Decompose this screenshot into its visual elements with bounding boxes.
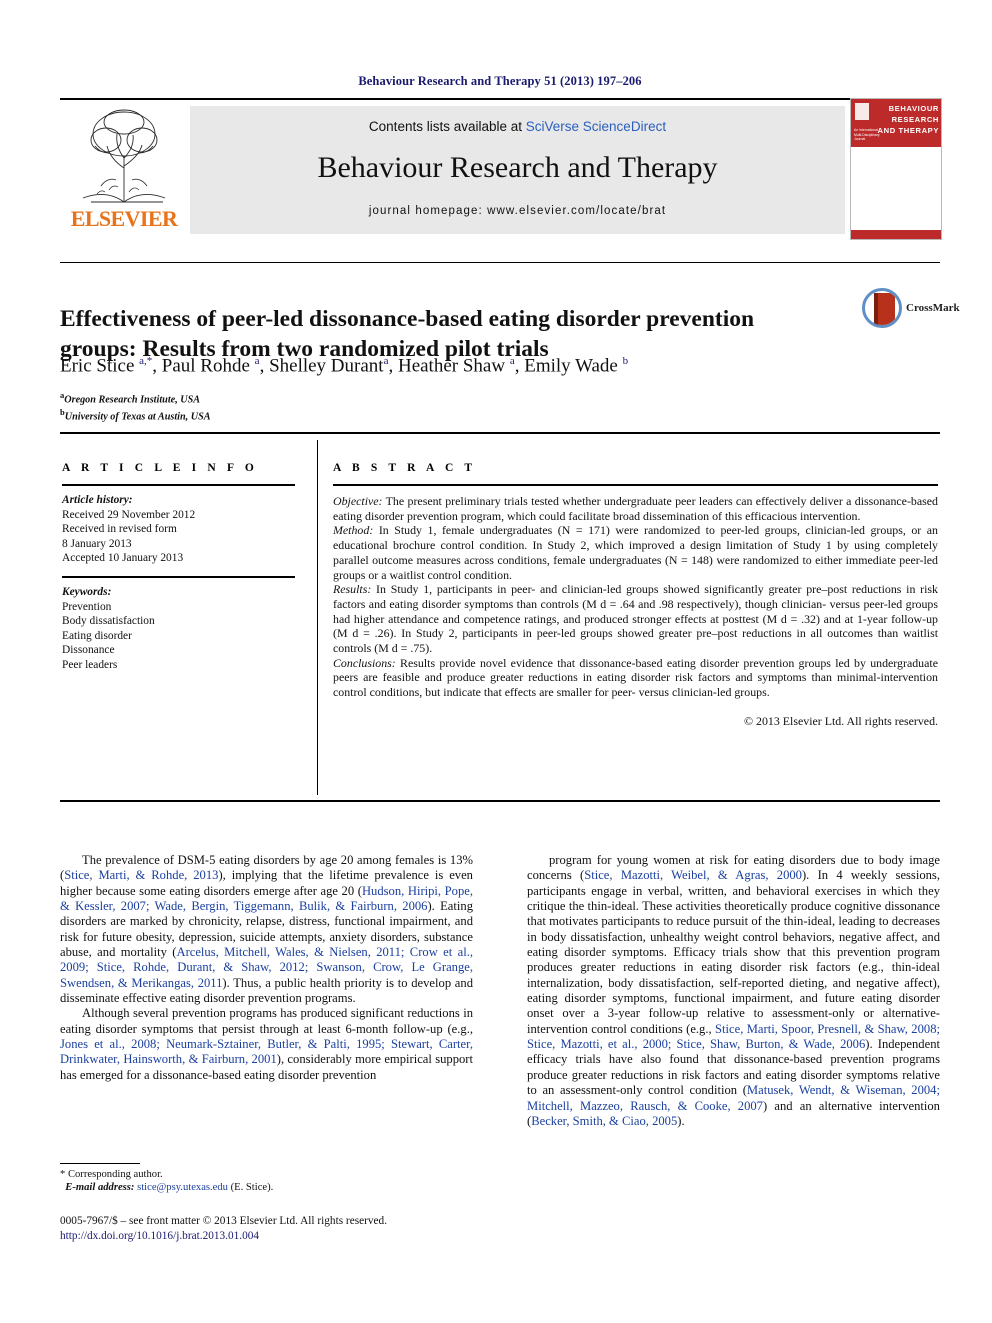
panel-top-rule bbox=[60, 432, 940, 434]
footer-block: 0005-7967/$ – see front matter © 2013 El… bbox=[60, 1214, 620, 1243]
corresponding-author-note: * Corresponding author. bbox=[60, 1169, 163, 1180]
keyword-item: Eating disorder bbox=[62, 629, 132, 642]
body-paragraph: program for young women at risk for eati… bbox=[527, 853, 940, 1128]
email-label: E-mail address: bbox=[65, 1182, 135, 1194]
panel-bottom-rule bbox=[60, 800, 940, 802]
affiliation-a-text: Oregon Research Institute, USA bbox=[64, 394, 201, 406]
cover-footer-band bbox=[851, 230, 941, 239]
keywords-rule bbox=[62, 575, 295, 578]
elsevier-tree-svg bbox=[82, 109, 166, 203]
keywords-label: Keywords: bbox=[62, 585, 112, 598]
elsevier-wordmark: ELSEVIER bbox=[70, 206, 178, 231]
abstract-method-label: Method: bbox=[333, 523, 374, 538]
email-link[interactable]: stice@psy.utexas.edu bbox=[137, 1182, 228, 1193]
abstract-results-label: Results: bbox=[333, 582, 372, 597]
article-info-rule bbox=[62, 484, 295, 486]
abstract-body: Objective: The present preliminary trial… bbox=[333, 494, 938, 700]
affiliation-b-text: University of Texas at Austin, USA bbox=[64, 411, 211, 423]
sciencedirect-link[interactable]: SciVerse ScienceDirect bbox=[526, 119, 666, 134]
journal-masthead: ELSEVIER Contents lists available at Sci… bbox=[60, 98, 942, 240]
issn-copyright-line: 0005-7967/$ – see front matter © 2013 El… bbox=[60, 1215, 388, 1227]
elsevier-tree-icon bbox=[71, 106, 177, 206]
doi-link[interactable]: http://dx.doi.org/10.1016/j.brat.2013.01… bbox=[60, 1229, 620, 1244]
history-item: 8 January 2013 bbox=[62, 537, 132, 550]
footnote-rule bbox=[60, 1163, 140, 1164]
abstract-copyright: © 2013 Elsevier Ltd. All rights reserved… bbox=[744, 713, 938, 728]
history-item: Accepted 10 January 2013 bbox=[62, 552, 184, 565]
journal-title: Behaviour Research and Therapy bbox=[317, 151, 718, 184]
crossmark-label: CrossMark bbox=[906, 302, 960, 314]
abstract-objective-text: The present preliminary trials tested wh… bbox=[333, 494, 938, 523]
running-head: Behaviour Research and Therapy 51 (2013)… bbox=[358, 74, 642, 88]
journal-banner: Contents lists available at SciVerse Sci… bbox=[190, 106, 845, 234]
history-item: Received 29 November 2012 bbox=[62, 508, 196, 521]
keyword-item: Body dissatisfaction bbox=[62, 615, 155, 628]
abstract-results-text: In Study 1, participants in peer- and cl… bbox=[333, 582, 938, 656]
panel-column-divider bbox=[317, 440, 318, 795]
journal-homepage[interactable]: journal homepage: www.elsevier.com/locat… bbox=[190, 205, 845, 217]
article-history-label: Article history: bbox=[62, 494, 133, 506]
abstract-method-text: In Study 1, female undergraduates (N = 1… bbox=[333, 523, 938, 582]
affiliation-a: aOregon Research Institute, USA bbox=[60, 390, 201, 406]
article-info-section: A R T I C L E I N F O Article history: R… bbox=[62, 462, 302, 673]
title-separator-rule bbox=[60, 262, 940, 263]
footnote-block: * Corresponding author. E-mail address: … bbox=[60, 1168, 480, 1195]
keyword-item: Prevention bbox=[62, 600, 112, 613]
article-info-heading: A R T I C L E I N F O bbox=[62, 462, 258, 474]
body-column-left: The prevalence of DSM-5 eating disorders… bbox=[60, 853, 473, 1083]
keyword-item: Dissonance bbox=[62, 644, 115, 657]
keyword-item: Peer leaders bbox=[62, 658, 118, 671]
journal-cover-thumbnail: BEHAVIOUR RESEARCH AND THERAPY An Intern… bbox=[850, 98, 942, 240]
crossmark-badge[interactable]: CrossMark bbox=[862, 288, 960, 340]
body-paragraph: Although several prevention programs has… bbox=[60, 1006, 473, 1082]
email-suffix: (E. Stice). bbox=[227, 1182, 274, 1194]
affiliation-b: bUniversity of Texas at Austin, USA bbox=[60, 407, 211, 423]
body-column-right: program for young women at risk for eati… bbox=[527, 853, 940, 1129]
email-note: E-mail address: stice@psy.utexas.edu (E.… bbox=[60, 1181, 480, 1194]
article-history-block: Article history: Received 29 November 20… bbox=[62, 493, 302, 566]
history-item: Received in revised form bbox=[62, 523, 177, 536]
cover-subtitle-text: An International Multi-Disciplinary Jour… bbox=[854, 128, 880, 142]
abstract-section: A B S T R A C T Objective: The present p… bbox=[333, 462, 938, 729]
masthead-top-rule bbox=[60, 98, 940, 100]
journal-article-page: Behaviour Research and Therapy 51 (2013)… bbox=[0, 0, 992, 1323]
abstract-rule bbox=[333, 484, 938, 486]
abstract-objective-label: Objective: bbox=[333, 494, 383, 508]
cover-title-text: BEHAVIOUR RESEARCH AND THERAPY bbox=[877, 104, 939, 135]
crossmark-book-shape bbox=[874, 293, 895, 325]
abstract-heading: A B S T R A C T bbox=[333, 462, 477, 474]
contents-line: Contents lists available at SciVerse Sci… bbox=[190, 119, 845, 134]
crossmark-icon bbox=[862, 288, 902, 328]
abstract-conclusions-text: Results provide novel evidence that diss… bbox=[333, 655, 938, 700]
keywords-block: Keywords: Prevention Body dissatisfactio… bbox=[62, 585, 302, 673]
cover-publisher-emblem bbox=[855, 103, 869, 120]
affiliations: aOregon Research Institute, USA bUnivers… bbox=[60, 389, 660, 424]
abstract-conclusions-label: Conclusions: bbox=[333, 655, 396, 670]
author-list: Eric Stice a,*, Paul Rohde a, Shelley Du… bbox=[60, 355, 629, 377]
contents-prefix: Contents lists available at bbox=[368, 119, 526, 134]
body-paragraph: The prevalence of DSM-5 eating disorders… bbox=[60, 853, 473, 1006]
elsevier-logo: ELSEVIER bbox=[63, 106, 185, 234]
